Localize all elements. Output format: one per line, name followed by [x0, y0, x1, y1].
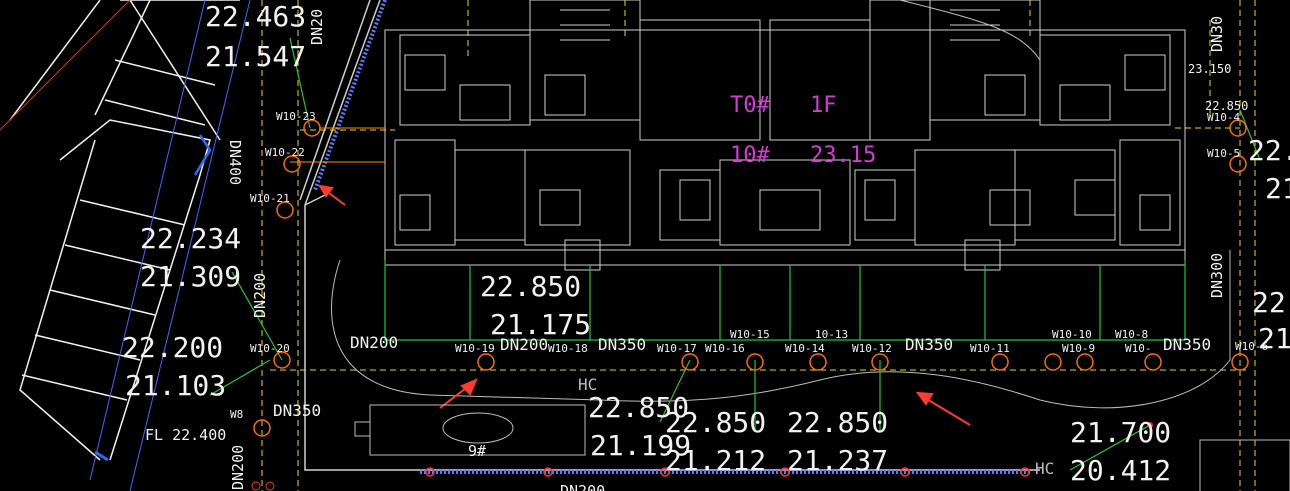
cad-drawing-canvas[interactable]: 22.463 21.547 22.234 21.309 22.200 21.10…: [0, 0, 1290, 491]
well-label-w8: W8: [230, 408, 243, 421]
pipe-dn20-top: DN20: [308, 9, 326, 45]
elev-21700: 21.700: [1070, 416, 1171, 449]
pipe-dn350-b: DN350: [905, 335, 953, 354]
blue-curb: [193, 134, 212, 176]
flow-arrows: [318, 184, 971, 426]
elev-21547: 21.547: [205, 40, 306, 73]
well-label-w10-8: W10-8: [1115, 328, 1148, 341]
floor-level: FL 22.400: [145, 426, 226, 444]
bottom-left-markers: [251, 481, 275, 491]
pipe-dn300-right-top: DN30: [1208, 16, 1226, 52]
well-label-10-13: 10-13: [815, 328, 848, 341]
right-structure: [1199, 439, 1290, 491]
well-label-w10-23: W10-23: [276, 110, 316, 123]
pipe-dn300-right: DN300: [1208, 253, 1226, 298]
well-w10-19: [477, 353, 495, 371]
elev-22850-c: 22.850: [665, 406, 766, 439]
well-w10-8: [1144, 353, 1162, 371]
pipe-dn350-c: DN350: [1163, 335, 1211, 354]
elev-23150: 23.150: [1188, 62, 1231, 76]
well-label-w10-9: W10-9: [1062, 342, 1095, 355]
building-tag-d: 23.15: [810, 143, 876, 168]
pipe-dn350-a: DN350: [598, 335, 646, 354]
pipe-dn200-mid: DN200: [500, 335, 548, 354]
well-label-w10-12: W10-12: [852, 342, 892, 355]
well-label-w10-11: W10-11: [970, 342, 1010, 355]
elev-22200: 22.200: [122, 331, 223, 364]
well-label-w10-14: W10-14: [785, 342, 825, 355]
pipe-dn200-main: DN200: [350, 333, 398, 352]
blue-curb-2: [94, 450, 109, 462]
well-label-w10-21: W10-21: [250, 192, 290, 205]
elev-22850-a: 22.850: [480, 270, 581, 303]
elev-21212: 21.212: [665, 444, 766, 477]
well-label-w10-7: W10-: [1125, 342, 1152, 355]
well-label-w10-15: W10-15: [730, 328, 770, 341]
well-w10-14: [809, 353, 827, 371]
cad-viewport[interactable]: 22.463 21.547 22.234 21.309 22.200 21.10…: [0, 0, 1290, 491]
well-label-w10-6: W10-6: [1235, 340, 1268, 353]
pipe-dn200-side: DN200: [251, 273, 269, 318]
elev-22463: 22.463: [205, 0, 306, 33]
tank-label: 9#: [468, 442, 486, 460]
well-w10-17: [681, 353, 699, 371]
tank-inlet: [354, 421, 371, 437]
well-label-w10-17: W10-17: [657, 342, 697, 355]
building-plan: [384, 0, 1186, 271]
well-label-w10-19: W10-19: [455, 342, 495, 355]
elev-21103: 21.103: [125, 369, 226, 402]
pipe-dn350-w8: DN350: [273, 401, 321, 420]
well-w10-9: [1076, 353, 1094, 371]
tank-ellipse: [442, 412, 514, 444]
building-tag-a: T0#: [730, 93, 770, 118]
well-label-w10-20: W10-20: [250, 342, 290, 355]
elev-22850-d: 22.850: [787, 406, 888, 439]
elev-20412: 20.412: [1070, 454, 1171, 487]
elev-right-22: 22.: [1248, 134, 1290, 167]
well-label-w10-16: W10-16: [705, 342, 745, 355]
hc-label-2: HC: [1035, 459, 1054, 478]
well-label-w10-18: W10-18: [548, 342, 588, 355]
hc-label-1: HC: [578, 375, 597, 394]
well-label-w10-5: W10-5: [1207, 147, 1240, 160]
pipe-dn200-bottom: DN200: [560, 482, 605, 491]
well-w10-11: [991, 353, 1009, 371]
well-label-w10-4: W10-4: [1207, 111, 1240, 124]
well-label-w10-10: W10-10: [1052, 328, 1092, 341]
elev-right-22b: 22: [1252, 286, 1286, 319]
elev-21237: 21.237: [787, 444, 888, 477]
building-tag-b: 1F: [810, 93, 837, 118]
pipe-dn200-left-bottom: DN200: [229, 445, 247, 490]
building-tag-c: 10#: [730, 143, 770, 168]
well-label-w10-22: W10-22: [265, 146, 305, 159]
well-w10-10: [1044, 353, 1062, 371]
elev-22234: 22.234: [140, 222, 241, 255]
pipe-dn400: DN400: [226, 140, 244, 185]
elev-right-21: 21.: [1265, 172, 1290, 205]
elev-21309: 21.309: [140, 260, 241, 293]
